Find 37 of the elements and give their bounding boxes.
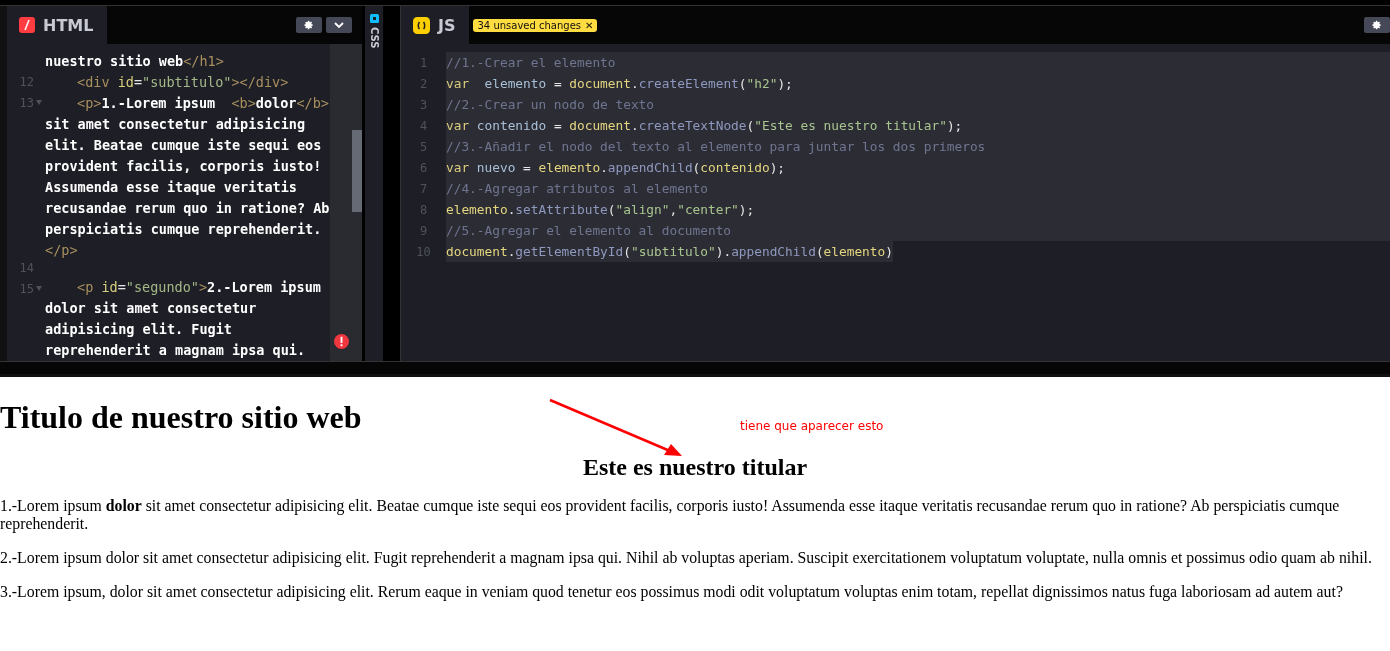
settings-icon [304,20,314,30]
page-heading: Titulo de nuestro sitio web [0,399,362,436]
css-logo-icon [369,14,379,23]
annotation-text: tiene que aparecer esto [740,419,884,433]
settings-icon [1372,20,1382,30]
paragraph: 2.-Lorem ipsum dolor sit amet consectetur adipisicing elit. Fugit reprehenderit a magnam ipsa qui. Nihil ab voluptas aperiam. Suscipit exercitationem voluptatum voluptate, nulla omnis et possimus odio quam ab nihil. [0,549,1373,567]
code-line: recusandae rerum quo in ratione? Ab [45,199,330,218]
code-line: </p> [45,241,79,260]
code-line: <p id="segundo">2.-Lorem ipsum [76,278,322,297]
chevron-down-icon [334,22,344,28]
code-line: elit. Beatae cumque iste sequi eos [45,136,323,155]
code-line: nuestro sitio web</h1> [45,52,225,71]
code-line: provident facilis, corporis iusto! [45,157,323,176]
badge-text: 34 unsaved changes [477,19,581,31]
js-logo-icon [413,16,430,34]
css-editor-collapsed[interactable]: CSS [365,6,383,361]
code-line: <p>1.-Lorem ipsum <b>dolor</b> [76,94,330,113]
editor-title: JS [438,15,456,35]
page-subheading: Este es nuestro titular [582,454,808,481]
paragraph: 3.-Lorem ipsum, dolor sit amet consectetur adipisicing elit. Rerum eaque in veniam quod tenetur eos possimus modi odit voluptatum voluptas enim totam, repellat dignissimos natus fuga laboriosam ad autem aut? [0,583,1344,601]
code-line: <div id="subtitulo"></div> [76,73,290,92]
editor-title: HTML [43,15,94,35]
paragraph: 1.-Lorem ipsum dolor sit amet consectetur adipisicing elit. Beatae cumque iste sequi eos provident facilis, corporis iusto! Assumenda esse itaque veritatis recusandae rerum quo in ratione? Ab perspiciatis cumque reprehenderit. [0,497,1341,533]
close-button[interactable]: ✕ [585,19,594,31]
code-line: dolor sit amet consectetur [45,299,258,318]
scrollbar-thumb[interactable] [352,130,362,212]
settings-button[interactable] [1364,17,1390,33]
code-line: adipisicing elit. Fugit [45,320,233,339]
collapse-button[interactable] [326,17,352,33]
code-line: Assumenda esse itaque veritatis [45,178,298,197]
html-logo-icon [19,17,35,33]
code-line: sit amet consectetur adipisicing [45,115,307,134]
code-line: perspiciatis cumque reprehenderit. [45,220,323,239]
code-line: reprehenderit a magnam ipsa qui. [45,341,307,360]
error-icon[interactable] [333,334,349,349]
editor-title: CSS [368,27,380,49]
settings-button[interactable] [296,17,322,33]
